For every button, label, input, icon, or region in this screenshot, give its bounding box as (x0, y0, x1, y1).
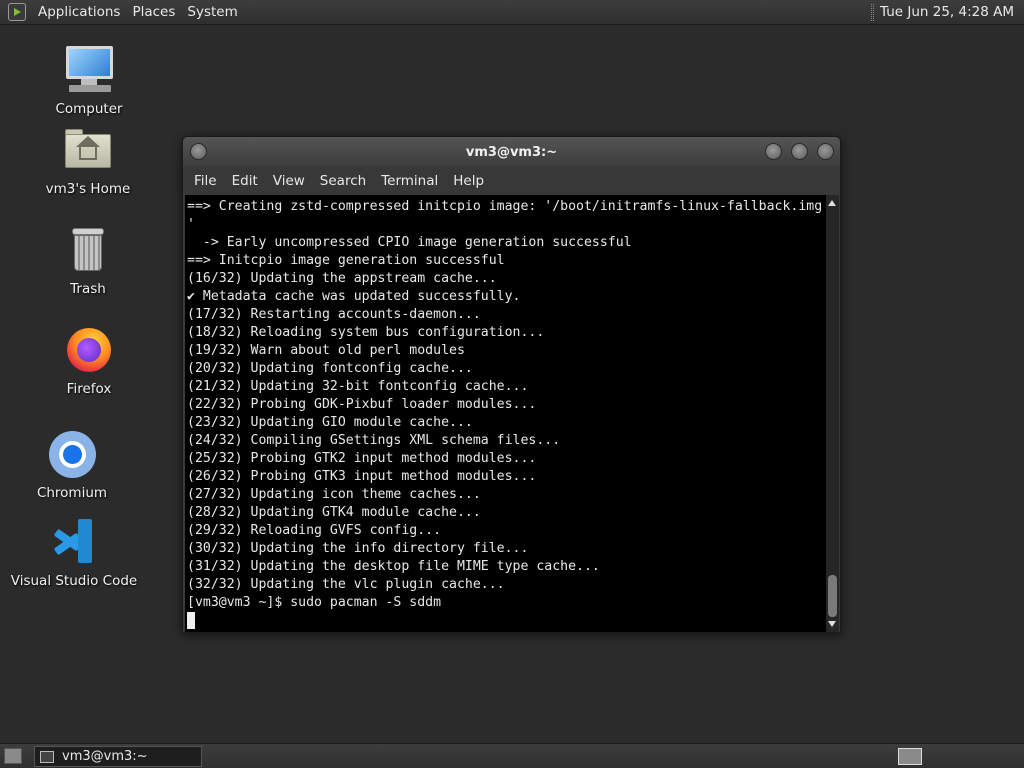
desktop-icon-label: Computer (55, 101, 123, 117)
desktop-icon-home[interactable]: vm3's Home (23, 124, 153, 197)
firefox-icon (63, 324, 115, 376)
terminal-line: ' (187, 217, 195, 232)
desktop-icon-computer[interactable]: Computer (24, 44, 154, 117)
menu-help[interactable]: Help (446, 167, 492, 195)
terminal-line: (23/32) Updating GIO module cache... (187, 415, 473, 430)
home-folder-icon (62, 124, 114, 176)
distro-logo-icon[interactable] (8, 3, 26, 21)
menu-system[interactable]: System (181, 0, 243, 25)
desktop-icon-vscode[interactable]: Visual Studio Code (9, 516, 139, 589)
terminal-line: (25/32) Probing GTK2 input method module… (187, 451, 537, 466)
workspace-switcher[interactable] (898, 748, 922, 765)
top-panel: Applications Places System Tue Jun 25, 4… (0, 0, 1024, 25)
taskbar-button-label: vm3@vm3:~ (62, 749, 148, 764)
terminal-icon (40, 750, 54, 763)
terminal-line: (31/32) Updating the desktop file MIME t… (187, 559, 600, 574)
terminal-line: (29/32) Reloading GVFS config... (187, 523, 442, 538)
terminal-scrollbar[interactable] (826, 195, 839, 632)
computer-icon (63, 44, 115, 96)
desktop-icon-firefox[interactable]: Firefox (24, 324, 154, 397)
terminal-prompt-line: [vm3@vm3 ~]$ sudo pacman -S sddm (187, 595, 442, 610)
menu-terminal[interactable]: Terminal (374, 167, 446, 195)
terminal-line: (19/32) Warn about old perl modules (187, 343, 465, 358)
desktop-icon-label: Trash (70, 281, 106, 297)
terminal-line: (20/32) Updating fontconfig cache... (187, 361, 473, 376)
bottom-panel: vm3@vm3:~ (0, 743, 1024, 768)
terminal-cursor-line (187, 612, 826, 630)
menu-search[interactable]: Search (313, 167, 374, 195)
terminal-cursor (187, 612, 195, 629)
desktop-icon-chromium[interactable]: Chromium (7, 428, 137, 501)
desktop-icon-trash[interactable]: Trash (23, 224, 153, 297)
terminal-line: (22/32) Probing GDK-Pixbuf loader module… (187, 397, 537, 412)
terminal-menubar: File Edit View Search Terminal Help (183, 167, 840, 195)
desktop-icon-label: Chromium (36, 485, 108, 501)
window-title: vm3@vm3:~ (465, 144, 558, 160)
terminal-line: (24/32) Compiling GSettings XML schema f… (187, 433, 561, 448)
desktop-icon-label: Firefox (66, 381, 112, 397)
desktop-icon-label: vm3's Home (45, 181, 131, 197)
terminal-output[interactable]: ==> Creating zstd-compressed initcpio im… (185, 195, 826, 632)
terminal-window: vm3@vm3:~ File Edit View Search Terminal… (182, 136, 841, 633)
terminal-line: (32/32) Updating the vlc plugin cache... (187, 577, 505, 592)
terminal-line: (30/32) Updating the info directory file… (187, 541, 529, 556)
terminal-line: ==> Creating zstd-compressed initcpio im… (187, 199, 823, 214)
maximize-button[interactable] (791, 143, 808, 160)
menu-places[interactable]: Places (126, 0, 181, 25)
trash-icon (62, 224, 114, 276)
show-desktop-icon[interactable] (4, 748, 22, 764)
terminal-line: (18/32) Reloading system bus configurati… (187, 325, 545, 340)
menu-file[interactable]: File (187, 167, 225, 195)
taskbar-button-terminal[interactable]: vm3@vm3:~ (34, 746, 202, 767)
window-titlebar[interactable]: vm3@vm3:~ (183, 137, 840, 167)
minimize-button[interactable] (765, 143, 782, 160)
terminal-line: (28/32) Updating GTK4 module cache... (187, 505, 481, 520)
terminal-line: (17/32) Restarting accounts-daemon... (187, 307, 481, 322)
terminal-line: (27/32) Updating icon theme caches... (187, 487, 481, 502)
terminal-line: (21/32) Updating 32-bit fontconfig cache… (187, 379, 529, 394)
terminal-line: (16/32) Updating the appstream cache... (187, 271, 497, 286)
window-menu-button[interactable] (190, 143, 207, 160)
scrollbar-thumb[interactable] (828, 575, 837, 617)
menu-view[interactable]: View (266, 167, 313, 195)
terminal-line: ==> Initcpio image generation successful (187, 253, 505, 268)
clock[interactable]: Tue Jun 25, 4:28 AM (874, 4, 1024, 20)
chromium-icon (46, 428, 98, 480)
desktop-icon-label: Visual Studio Code (10, 573, 138, 589)
terminal-line: ✔ Metadata cache was updated successfull… (187, 289, 521, 304)
scroll-down-arrow-icon[interactable] (828, 621, 836, 627)
terminal-line: -> Early uncompressed CPIO image generat… (187, 235, 632, 250)
vscode-icon (48, 516, 100, 568)
close-button[interactable] (817, 143, 834, 160)
scroll-up-arrow-icon[interactable] (828, 200, 836, 206)
terminal-line: (26/32) Probing GTK3 input method module… (187, 469, 537, 484)
menu-edit[interactable]: Edit (225, 167, 266, 195)
menu-applications[interactable]: Applications (32, 0, 126, 25)
